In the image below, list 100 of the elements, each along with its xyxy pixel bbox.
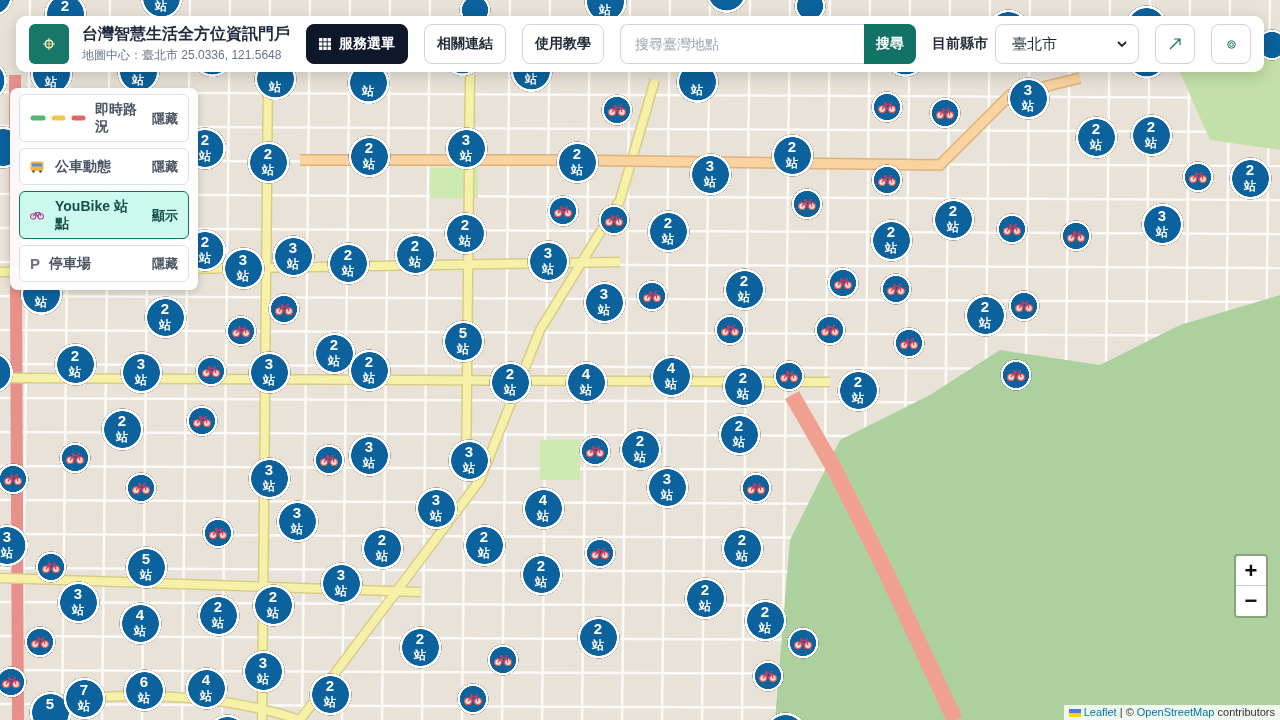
bike-marker[interactable] — [547, 195, 579, 227]
bike-marker[interactable] — [752, 660, 784, 692]
cluster-marker[interactable]: 3 站 — [526, 239, 570, 283]
cluster-marker[interactable]: 2 站 — [519, 552, 563, 596]
cluster-marker[interactable]: 站 — [116, 72, 160, 88]
cluster-marker[interactable]: 4 站 — [564, 360, 608, 404]
cluster-marker[interactable]: 4 站 — [118, 601, 162, 645]
bike-marker[interactable] — [880, 273, 912, 305]
cluster-marker[interactable]: 2 站 — [836, 368, 880, 412]
cluster-marker[interactable]: 2 站 — [488, 360, 532, 404]
cluster-marker[interactable]: 2 站 — [360, 526, 404, 570]
cluster-marker[interactable]: 3 站 — [347, 433, 391, 477]
bike-marker[interactable] — [313, 444, 345, 476]
cluster-marker[interactable]: 2 站 — [393, 232, 437, 276]
menu-button[interactable]: 服務選單 — [306, 24, 408, 64]
cluster-marker[interactable]: 2 站 — [646, 209, 690, 253]
bike-marker[interactable] — [268, 293, 300, 325]
layer-toggle[interactable]: 公車動態 隱藏 — [19, 148, 189, 185]
cluster-marker[interactable]: 2 站 — [722, 267, 766, 311]
cluster-marker[interactable]: 6 站 — [122, 668, 166, 712]
cluster-marker[interactable]: 5 站 — [441, 319, 485, 363]
zoom-out-button[interactable]: − — [1236, 586, 1266, 616]
cluster-marker[interactable]: 站 — [253, 72, 297, 101]
cluster-marker[interactable]: 2 站 — [398, 625, 442, 669]
cluster-marker[interactable]: 2 站 — [53, 342, 97, 386]
cluster-marker[interactable]: 3 站 — [271, 234, 315, 278]
bike-marker[interactable] — [35, 551, 67, 583]
cluster-marker[interactable]: 3 站 — [221, 246, 265, 290]
cluster-marker[interactable]: 2 站 — [347, 134, 391, 178]
cluster-marker[interactable]: 2 站 — [196, 593, 240, 637]
bike-marker[interactable] — [186, 405, 218, 437]
cluster-marker[interactable]: 2 站 — [198, 126, 227, 170]
cluster-marker[interactable]: 2 站 — [246, 140, 290, 184]
bike-marker[interactable] — [125, 472, 157, 504]
cluster-marker[interactable]: 4 站 — [521, 486, 565, 530]
bike-marker[interactable] — [814, 314, 846, 346]
bike-marker[interactable] — [457, 683, 489, 715]
bike-marker[interactable] — [929, 97, 961, 129]
bike-marker[interactable] — [794, 0, 826, 16]
bike-marker[interactable] — [1264, 29, 1280, 61]
cluster-marker[interactable]: 2 站 — [462, 523, 506, 567]
bike-marker[interactable] — [225, 315, 257, 347]
cluster-marker[interactable]: 2 站 — [443, 211, 487, 255]
bike-marker[interactable] — [601, 94, 633, 126]
cluster-marker[interactable]: 2 站 — [1129, 113, 1173, 157]
cluster-marker[interactable]: 3 站 — [247, 350, 291, 394]
link-button[interactable]: 相關連結 — [424, 24, 506, 64]
bike-marker[interactable] — [202, 517, 234, 549]
bike-marker[interactable] — [773, 360, 805, 392]
cluster-marker[interactable]: 2 站 — [555, 140, 599, 184]
cluster-marker[interactable]: 2 站 — [721, 364, 765, 408]
cluster-marker[interactable]: 5 站 — [124, 545, 168, 589]
link-button[interactable]: 使用教學 — [522, 24, 604, 64]
city-select[interactable]: 臺北市 — [995, 24, 1139, 64]
cluster-marker[interactable]: 3 站 — [319, 561, 363, 605]
cluster-marker[interactable]: 站 — [19, 290, 63, 316]
bike-marker[interactable] — [791, 188, 823, 220]
bike-marker[interactable] — [996, 213, 1028, 245]
bike-marker[interactable] — [487, 644, 519, 676]
bike-marker[interactable] — [893, 327, 925, 359]
cluster-marker[interactable]: 3 站 — [241, 649, 285, 693]
bike-marker[interactable] — [827, 267, 859, 299]
bike-marker[interactable] — [0, 463, 29, 495]
cluster-marker[interactable]: 站 — [675, 72, 719, 104]
cluster-marker[interactable]: 4 站 — [649, 354, 693, 398]
zoom-in-button[interactable]: + — [1236, 556, 1266, 586]
cluster-marker[interactable]: 2 站 — [963, 293, 1007, 337]
bike-marker[interactable] — [0, 666, 27, 698]
cluster-marker[interactable]: 站 — [29, 72, 73, 88]
cluster-marker[interactable]: 4 站 — [184, 666, 228, 710]
cluster-marker[interactable]: 2 站 — [683, 576, 727, 620]
bike-marker[interactable] — [24, 626, 56, 658]
cluster-marker[interactable]: 3 站 — [1006, 76, 1050, 120]
bike-marker[interactable] — [1182, 161, 1214, 193]
bike-marker[interactable] — [871, 164, 903, 196]
cluster-marker[interactable]: 3 站 — [447, 438, 491, 482]
bike-marker[interactable] — [579, 435, 611, 467]
cluster-marker[interactable] — [0, 125, 10, 169]
cluster-marker[interactable]: 2 站 — [869, 218, 913, 262]
bike-marker[interactable] — [1000, 359, 1032, 391]
cluster-marker[interactable]: 2 站 — [1074, 115, 1118, 159]
cluster-marker[interactable] — [704, 0, 748, 14]
cluster-marker[interactable]: 3 站 — [582, 280, 626, 324]
cluster-marker[interactable]: 2 — [43, 0, 87, 16]
cluster-marker[interactable]: 2 站 — [576, 615, 620, 659]
cluster-marker[interactable]: 2 站 — [1228, 156, 1272, 200]
bike-marker[interactable] — [636, 280, 668, 312]
cluster-marker[interactable]: 站 — [509, 72, 553, 93]
cluster-marker[interactable] — [0, 350, 14, 394]
cluster-marker[interactable]: 2 站 — [326, 241, 370, 285]
leaflet-link[interactable]: Leaflet — [1083, 706, 1117, 718]
cluster-marker[interactable]: 3 站 — [1140, 202, 1184, 246]
cluster-marker[interactable]: 2 站 — [931, 197, 975, 241]
bike-marker[interactable] — [598, 204, 630, 236]
cluster-marker[interactable]: 站 — [583, 0, 627, 16]
cluster-marker[interactable]: 2 站 — [743, 598, 787, 642]
cluster-marker[interactable]: 3 站 — [56, 580, 100, 624]
bike-marker[interactable] — [459, 0, 491, 16]
cluster-marker[interactable]: 7 站 — [62, 676, 106, 720]
cluster-marker[interactable]: 2 站 — [100, 407, 144, 451]
